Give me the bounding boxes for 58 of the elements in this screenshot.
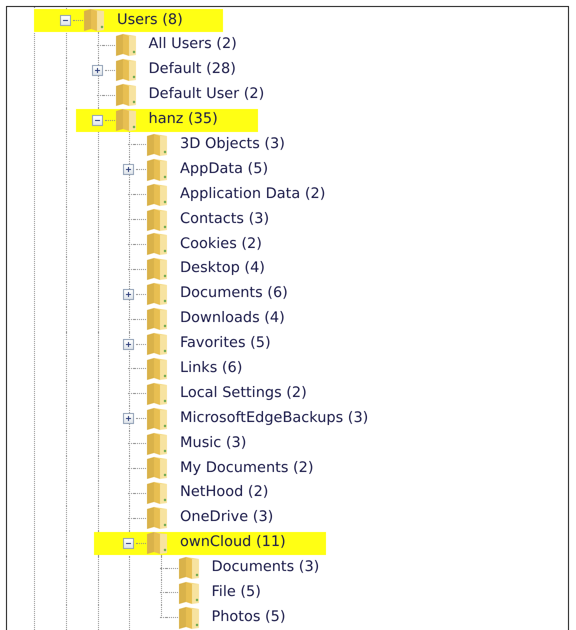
folder-label[interactable]: ownCloud (11) [180,532,286,554]
collapse-toggle[interactable] [92,114,102,126]
collapse-toggle[interactable] [60,14,71,26]
folder-label[interactable]: Default (28) [148,59,236,82]
folder-label[interactable]: Desktop (4) [180,258,265,280]
folder-icon [146,282,168,306]
folder-icon [178,606,200,630]
folder-icon [114,33,136,58]
expand-toggle[interactable] [123,413,134,424]
folder-icon [146,208,168,232]
folder-label[interactable]: Photos (5) [212,606,286,629]
folder-icon [146,182,168,207]
folder-label[interactable]: Cookies (2) [180,234,262,256]
folder-label[interactable]: Documents (3) [212,557,320,579]
folder-label[interactable]: hanz (35) [148,109,218,131]
folder-label[interactable]: Documents (6) [180,283,288,306]
folder-label[interactable]: Contacts (3) [180,208,270,230]
folder-icon [146,307,168,332]
folder-label[interactable]: Application Data (2) [180,184,326,206]
folder-icon [146,506,168,530]
folder-label[interactable]: Music (3) [180,432,246,454]
folder-label[interactable]: NetHood (2) [180,482,268,504]
folder-label[interactable]: AppData (5) [180,158,268,181]
folder-icon [146,332,168,356]
folder-label[interactable]: Links (6) [180,358,242,380]
folder-label[interactable]: Users (8) [117,10,183,32]
folder-icon [146,382,168,406]
folder-icon [146,356,168,381]
expand-toggle[interactable] [92,64,102,76]
folder-label[interactable]: File (5) [212,582,261,604]
folder-label[interactable]: Default User (2) [148,84,264,106]
folder-icon [83,8,105,32]
folder-icon [146,158,168,182]
folder-icon [114,83,136,108]
folder-icon [146,257,168,282]
expand-toggle[interactable] [123,338,134,350]
folder-icon [178,580,200,605]
folder-label[interactable]: My Documents (2) [180,458,314,480]
collapse-toggle[interactable] [123,538,134,549]
expand-toggle[interactable] [123,164,134,176]
folder-icon [146,132,168,157]
folder-icon [114,108,136,132]
folder-icon [114,58,136,82]
folder-icon [146,456,168,480]
folder-icon [146,406,168,431]
folder-label[interactable]: Downloads (4) [180,308,285,330]
folder-label[interactable]: Local Settings (2) [180,382,307,405]
folder-label[interactable]: OneDrive (3) [180,507,274,530]
folder-label[interactable]: 3D Objects (3) [180,134,285,156]
folder-icon [146,232,168,256]
folder-icon [146,531,168,556]
folder-label[interactable]: Favorites (5) [180,333,271,355]
folder-icon [178,556,200,580]
expand-toggle[interactable] [123,288,134,300]
folder-label[interactable]: MicrosoftEdgeBackups (3) [180,408,368,430]
folder-icon [146,481,168,506]
folder-icon [146,432,168,456]
folder-label[interactable]: All Users (2) [148,34,237,56]
